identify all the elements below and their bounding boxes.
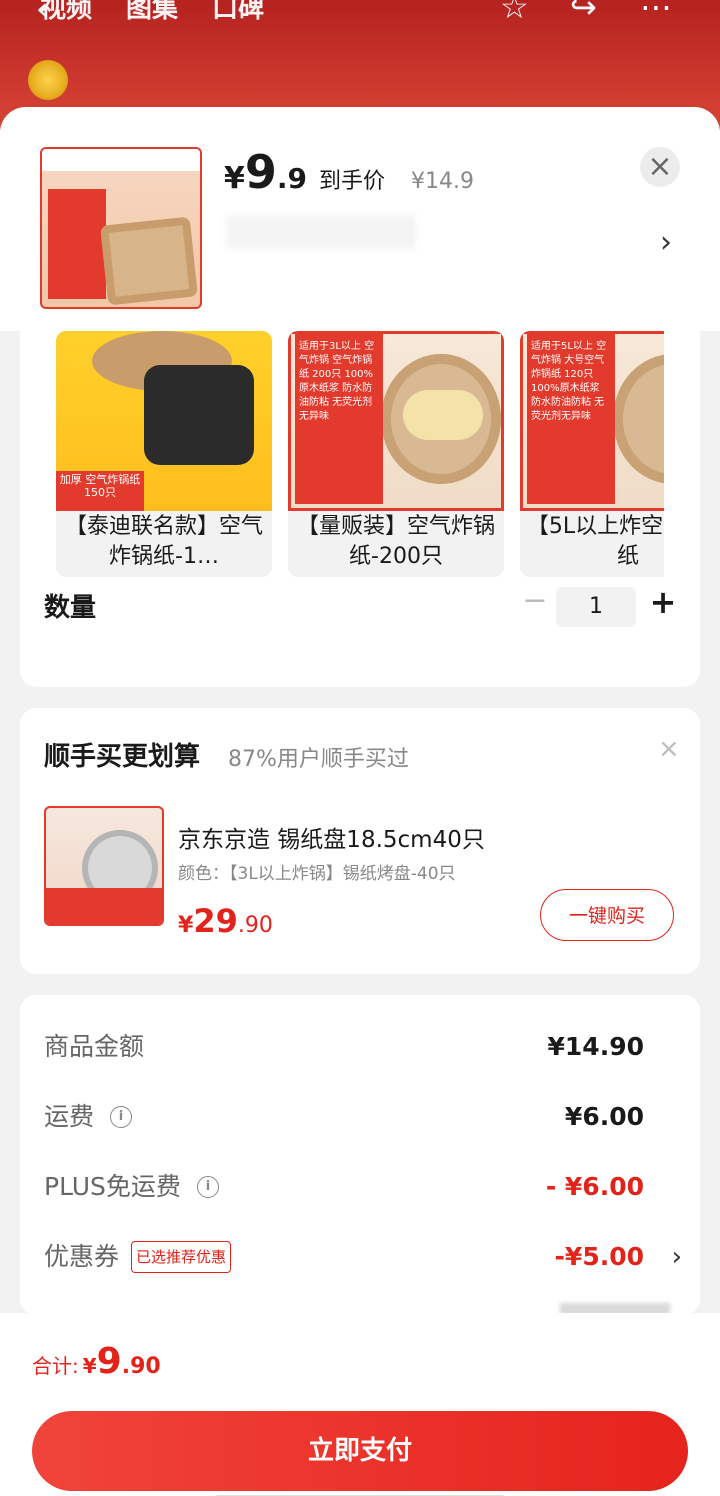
quantity-label: 数量 [44,593,97,623]
info-icon[interactable]: i [110,1106,133,1128]
upsell-close-icon[interactable]: × [658,734,680,764]
summary-row-coupon[interactable]: 优惠券 已选推荐优惠 -¥5.00 › [44,1237,684,1277]
variant-caption: 【泰迪联名款】空气炸锅纸-1… [64,514,263,569]
chevron-right-icon[interactable]: › [672,1237,682,1277]
upsell-card: 顺手买更划算 87%用户顺手买过 × 京东京造 锡纸盘18.5cm40只 颜色：… [20,708,700,974]
chevron-right-icon[interactable]: › [660,225,672,260]
more-icon: ⋯ [640,0,672,26]
upsell-price-symbol: ¥ [178,913,194,938]
price-summary-card: 商品金额 ¥14.90 运费 i ¥6.00 PLUS免运费 i - ¥6.00… [20,995,700,1315]
quantity-plus-button[interactable]: + [648,583,678,621]
paper-liner-image [613,354,664,484]
shipping-value: ¥6.00 [564,1102,644,1131]
quantity-input[interactable]: 1 [556,587,636,627]
total-label: 合计: [32,1354,79,1378]
summary-row-subtotal: 商品金额 ¥14.90 [44,1027,684,1067]
upsell-price: ¥ 29 .90 [178,902,273,940]
brand-strip [42,149,200,171]
total-symbol: ¥ [82,1354,97,1378]
coupon-value: -¥5.00 [554,1242,644,1271]
subtotal-value: ¥14.90 [547,1032,644,1061]
variant-option[interactable]: 加厚 空气炸锅纸 150只 【泰迪联名款】空气炸锅纸-1… [56,331,272,577]
coin-decoration [28,60,68,100]
upsell-price-decimal: .90 [237,913,273,938]
variant-tag: 适用于3L以上 空气炸锅 空气炸锅纸 200只 100%原木纸浆 防水防油防粘 … [295,334,383,504]
pay-now-button[interactable]: 立即支付 [32,1411,688,1491]
share-icon: ↪ [570,0,597,26]
purchase-sheet: ¥ 9 .9 到手价 ¥14.9 × › 加厚 空气炸锅纸 150只 【泰迪联名… [0,107,720,1496]
subtotal-label: 商品金额 [44,1032,145,1061]
price-symbol: ¥ [224,161,245,196]
background-tabs: 视频 图集 口碑 [40,0,264,25]
tab-gallery: 图集 [126,0,179,24]
air-fryer-image [144,365,254,465]
close-icon[interactable]: × [640,147,680,187]
summary-row-shipping: 运费 i ¥6.00 [44,1097,684,1137]
upsell-tag-image [46,888,162,924]
variant-list[interactable]: 加厚 空气炸锅纸 150只 【泰迪联名款】空气炸锅纸-1… 适用于3L以上 空气… [56,331,664,577]
selected-spec-blurred [226,215,416,249]
price-label: 到手价 [319,169,386,194]
tab-reviews: 口碑 [212,0,265,24]
upsell-title: 顺手买更划算 [44,742,201,772]
variant-option[interactable]: 适用于3L以上 空气炸锅 空气炸锅纸 200只 100%原木纸浆 防水防油防粘 … [288,331,504,577]
one-click-buy-button[interactable]: 一键购买 [540,889,674,941]
upsell-product-image[interactable] [44,806,164,926]
variant-badge: 加厚 空气炸锅纸 150只 [56,471,144,511]
sheet-header: ¥ 9 .9 到手价 ¥14.9 × › [0,107,720,331]
upsell-subtitle: 87%用户顺手买过 [228,747,409,772]
info-icon[interactable]: i [196,1176,219,1198]
variant-image: 加厚 空气炸锅纸 150只 [56,331,272,511]
price-integer: 9 [244,145,277,199]
upsell-product-spec: 颜色：【3L以上炸锅】锡纸烤盘-40只 [178,864,456,884]
tab-video: 视频 [40,0,93,24]
summary-label: 运费 i [44,1097,133,1137]
variant-caption: 【量贩装】空气炸锅纸-200只 [296,514,495,569]
plus-free-shipping-label: PLUS免运费 [44,1172,181,1201]
checkout-footer: 合计: ¥ 9 .90 立即支付 [0,1313,720,1496]
upsell-price-integer: 29 [193,902,238,940]
summary-label: 商品金额 [44,1027,144,1067]
total-decimal: .90 [121,1354,161,1379]
original-price: ¥14.9 [411,169,475,194]
order-total: 合计: ¥ 9 .90 [32,1341,161,1382]
summary-label: 优惠券 已选推荐优惠 [44,1237,232,1277]
product-thumbnail[interactable] [40,147,202,309]
star-icon: ☆ [500,0,529,26]
quantity-minus-button[interactable]: − [520,583,550,619]
summary-label: PLUS免运费 i [44,1167,219,1207]
spec-card: 加厚 空气炸锅纸 150只 【泰迪联名款】空气炸锅纸-1… 适用于3L以上 空气… [20,287,700,687]
price-decimal: .9 [276,162,308,195]
fries-image [403,390,483,440]
variant-image: 适用于5L以上 空气炸锅 大号空气炸锅纸 120只 100%原木纸浆 防水防油防… [520,331,664,511]
coupon-tag: 已选推荐优惠 [131,1241,232,1273]
coupon-label: 优惠券 [44,1242,120,1271]
variant-image: 适用于3L以上 空气炸锅 空气炸锅纸 200只 100%原木纸浆 防水防油防粘 … [288,331,504,511]
total-integer: 9 [96,1341,122,1382]
product-tag-image [48,189,106,299]
variant-option[interactable]: 适用于5L以上 空气炸锅 大号空气炸锅纸 120只 100%原木纸浆 防水防油防… [520,331,664,577]
upsell-product-name[interactable]: 京东京造 锡纸盘18.5cm40只 [178,820,485,854]
summary-row-plus-free-shipping: PLUS免运费 i - ¥6.00 [44,1167,684,1207]
plus-discount-value: - ¥6.00 [545,1172,644,1201]
price-row: ¥ 9 .9 到手价 ¥14.9 [224,145,474,199]
shipping-label: 运费 [44,1102,95,1131]
paper-liner-image [100,216,198,306]
variant-caption: 【5L以上炸空气炸锅纸 [526,514,664,569]
variant-tag: 适用于5L以上 空气炸锅 大号空气炸锅纸 120只 100%原木纸浆 防水防油防… [527,334,615,504]
